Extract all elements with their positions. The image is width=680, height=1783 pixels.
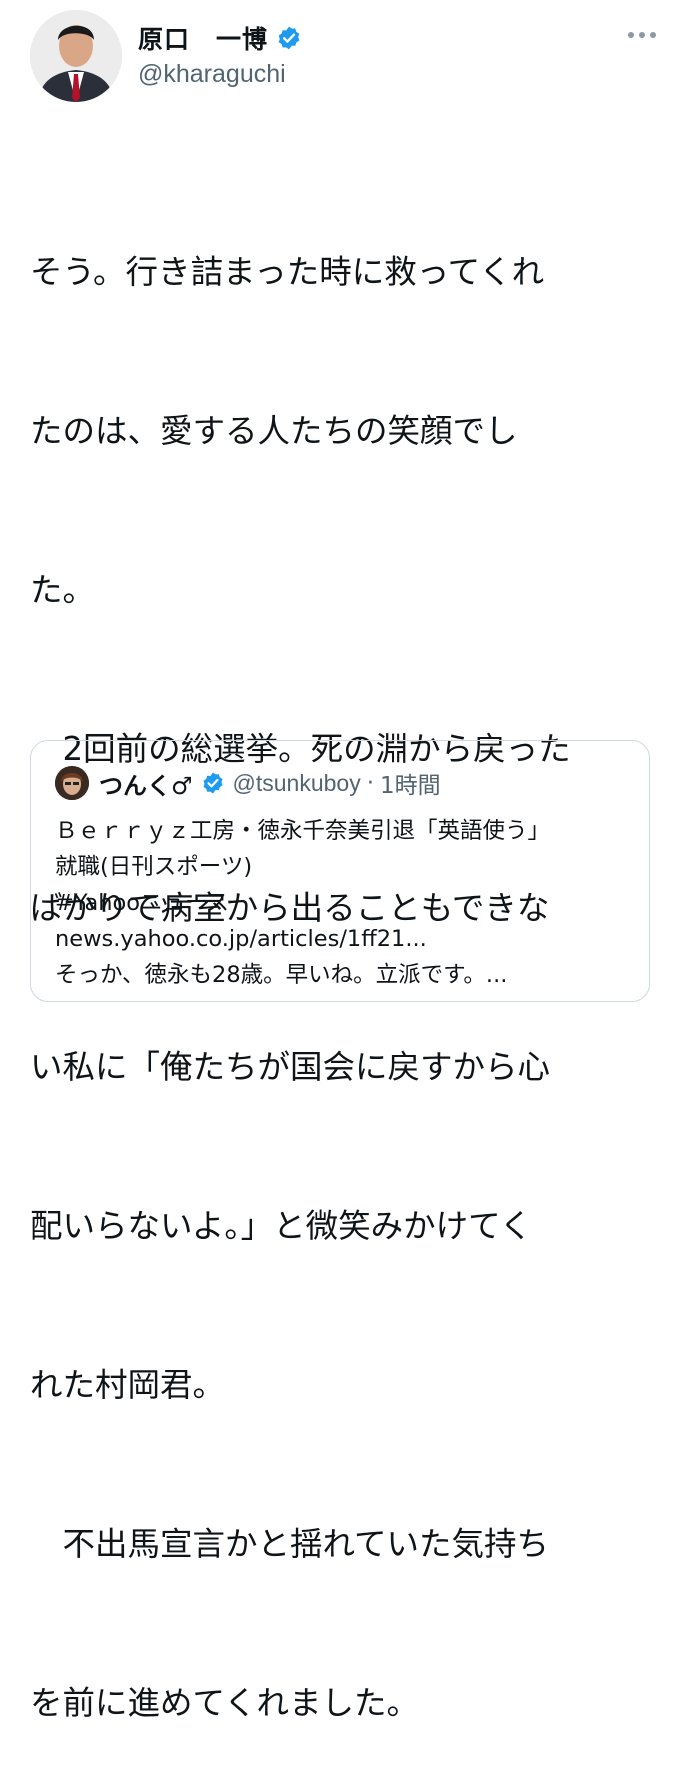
quoted-line: Ｂｅｒｒｙｚ工房・徳永千奈美引退「英語使う」 xyxy=(55,818,551,844)
tweet-line: 配いらないよ。」と微笑みかけてく xyxy=(30,1207,533,1245)
separator-dot: · xyxy=(366,770,375,796)
verified-badge-icon xyxy=(203,772,223,794)
author-display-name[interactable]: 原口 一博 xyxy=(138,20,268,56)
author-name-row: 原口 一博 xyxy=(138,20,302,56)
quoted-author-handle: @tsunkuboy xyxy=(232,769,361,796)
author-handle[interactable]: @kharaguchi xyxy=(138,60,286,89)
tweet-line: たのは、愛する人たちの笑顔でし xyxy=(30,412,518,450)
tweet-line: た。 xyxy=(30,571,96,609)
verified-badge-icon xyxy=(278,26,300,50)
quoted-tweet-text: Ｂｅｒｒｙｚ工房・徳永千奈美引退「英語使う」 就職(日刊スポーツ) #Yahoo… xyxy=(55,813,635,993)
quoted-line: 就職(日刊スポーツ) xyxy=(55,854,253,880)
tweet-header: 原口 一博 @kharaguchi xyxy=(30,10,660,110)
tweet-line: を前に進めてくれました。 xyxy=(30,1684,420,1722)
quoted-tweet-card[interactable]: つんく♂ @tsunkuboy · 1時間 Ｂｅｒｒｙｚ工房・徳永千奈美引退「英… xyxy=(30,740,650,1002)
quoted-author-avatar xyxy=(55,766,89,800)
author-avatar[interactable] xyxy=(30,10,122,102)
quoted-link: news.yahoo.co.jp/articles/1ff21... xyxy=(55,926,427,952)
tweet-line: 不出馬宣言かと揺れていた気持ち xyxy=(30,1525,550,1563)
tweet-line: い私に「俺たちが国会に戻すから心 xyxy=(30,1048,551,1086)
tweet-line: れた村岡君。 xyxy=(30,1366,226,1404)
more-horizontal-icon[interactable] xyxy=(628,30,656,40)
tweet-line: そう。行き詰まった時に救ってくれ xyxy=(30,253,545,291)
quoted-line: そっか、徳永も28歳。早いね。立派です。... xyxy=(55,962,508,988)
quoted-hashtag: #Yahooニュース xyxy=(55,890,229,916)
quoted-tweet-time: 1時間 xyxy=(380,773,441,799)
quoted-tweet-header: つんく♂ @tsunkuboy · 1時間 xyxy=(55,765,441,801)
quoted-author-display-name: つんく♂ xyxy=(99,771,193,800)
